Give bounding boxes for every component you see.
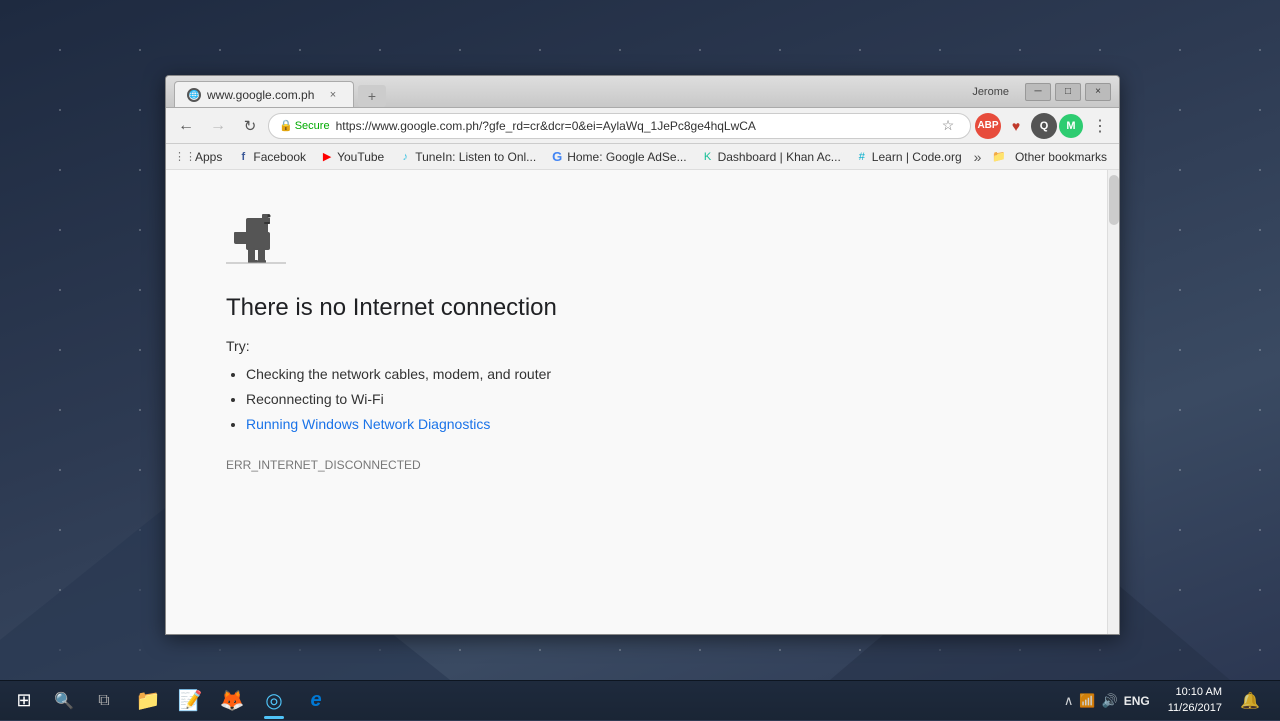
notification-button[interactable]: 🔔 [1232, 681, 1268, 721]
bookmark-facebook[interactable]: f Facebook [230, 148, 312, 166]
clock-date: 11/26/2017 [1168, 701, 1222, 716]
bookmarks-bar: ⋮⋮ Apps f Facebook ▶ YouTube ♪ TuneIn: L… [166, 144, 1119, 170]
tray-up-arrow[interactable]: ∧ [1064, 693, 1074, 709]
bookmark-tunein-label: TuneIn: Listen to Onl... [415, 150, 536, 164]
tab-area: 🌐 www.google.com.ph × + [174, 76, 972, 107]
address-text: https://www.google.com.ph/?gfe_rd=cr&dcr… [336, 119, 930, 133]
title-bar: 🌐 www.google.com.ph × + Jerome ─ □ × [166, 76, 1119, 108]
tab-close-button[interactable]: × [325, 87, 341, 103]
new-tab-button[interactable]: + [358, 85, 386, 107]
language-indicator[interactable]: ENG [1124, 694, 1150, 708]
profile-avatar-button[interactable]: M [1059, 114, 1083, 138]
window-controls: ─ □ × [1025, 83, 1111, 101]
bookmark-facebook-label: Facebook [253, 150, 306, 164]
taskbar-app-file-explorer[interactable]: 📁 [128, 681, 168, 721]
taskbar-app-edge[interactable]: e [296, 681, 336, 721]
maximize-button[interactable]: □ [1055, 83, 1081, 101]
clock-time: 10:10 AM [1168, 685, 1222, 700]
other-bookmarks-label: Other bookmarks [1015, 150, 1107, 164]
page-content: There is no Internet connection Try: Che… [166, 170, 1119, 634]
diagnostics-link[interactable]: Running Windows Network Diagnostics [246, 416, 490, 432]
edge-icon: e [310, 689, 321, 712]
bookmark-khan[interactable]: K Dashboard | Khan Ac... [695, 148, 847, 166]
taskbar-apps: 📁 📝 🦊 ◎ e [128, 681, 336, 721]
start-button[interactable]: ⊞ [4, 681, 44, 721]
bookmark-codeorg[interactable]: # Learn | Code.org [849, 148, 968, 166]
try-label: Try: [226, 338, 1047, 354]
heart-extension-button[interactable]: ♥ [1003, 113, 1029, 139]
bookmark-apps-label: Apps [195, 150, 222, 164]
adblock-extension-button[interactable]: ABP [975, 113, 1001, 139]
bookmark-more-button[interactable]: » [970, 147, 986, 167]
dinosaur-svg [226, 210, 286, 265]
tunein-icon: ♪ [398, 150, 412, 164]
volume-icon[interactable]: 🔊 [1102, 693, 1118, 709]
tray-icons: ∧ 📶 🔊 ENG [1056, 693, 1158, 709]
chrome-menu-button[interactable]: ⋮ [1087, 113, 1113, 139]
sticky-notes-icon: 📝 [178, 688, 203, 713]
bookmark-tunein[interactable]: ♪ TuneIn: Listen to Onl... [392, 148, 542, 166]
bookmark-google-ads-label: Home: Google AdSe... [567, 150, 686, 164]
tab-title: www.google.com.ph [207, 88, 314, 102]
bookmark-apps[interactable]: ⋮⋮ Apps [172, 148, 228, 166]
suggestion-3: Running Windows Network Diagnostics [246, 412, 1047, 437]
error-suggestions: Checking the network cables, modem, and … [246, 362, 1047, 438]
google-ads-icon: G [550, 150, 564, 164]
secure-badge: 🔒 Secure [279, 119, 330, 132]
taskbar-search-button[interactable]: 🔍 [44, 681, 84, 721]
lock-icon: 🔒 [279, 119, 293, 132]
file-explorer-icon: 📁 [136, 688, 161, 713]
minimize-button[interactable]: ─ [1025, 83, 1051, 101]
bookmark-right-area: 📁 Other bookmarks [992, 148, 1113, 166]
dino-illustration [226, 210, 1047, 270]
address-bar[interactable]: 🔒 Secure https://www.google.com.ph/?gfe_… [268, 113, 971, 139]
bookmark-codeorg-label: Learn | Code.org [872, 150, 962, 164]
khan-icon: K [701, 150, 715, 164]
reload-button[interactable]: ↻ [236, 112, 264, 140]
bookmark-folder-icon: 📁 [992, 150, 1006, 164]
firefox-icon: 🦊 [220, 688, 245, 713]
page-scrollbar[interactable] [1107, 170, 1119, 634]
facebook-icon: f [236, 150, 250, 164]
extensions-area: ABP ♥ Q M [975, 113, 1083, 139]
network-icon[interactable]: 📶 [1079, 693, 1095, 709]
browser-toolbar: ← → ↻ 🔒 Secure https://www.google.com.ph… [166, 108, 1119, 144]
browser-tab-active[interactable]: 🌐 www.google.com.ph × [174, 81, 354, 107]
q-extension-button[interactable]: Q [1031, 113, 1057, 139]
system-clock[interactable]: 10:10 AM 11/26/2017 [1160, 685, 1230, 716]
user-profile: Jerome [972, 86, 1009, 98]
chrome-icon: ◎ [265, 688, 282, 713]
task-view-button[interactable]: ⧉ [84, 681, 124, 721]
youtube-icon: ▶ [320, 150, 334, 164]
scrollbar-thumb[interactable] [1109, 175, 1119, 225]
taskbar-right: ∧ 📶 🔊 ENG 10:10 AM 11/26/2017 🔔 [1056, 681, 1276, 721]
bookmark-youtube[interactable]: ▶ YouTube [314, 148, 390, 166]
taskbar: ⊞ 🔍 ⧉ 📁 📝 🦊 ◎ e ∧ 📶 🔊 [0, 680, 1280, 720]
taskbar-app-firefox[interactable]: 🦊 [212, 681, 252, 721]
suggestion-1: Checking the network cables, modem, and … [246, 362, 1047, 387]
forward-button[interactable]: → [204, 112, 232, 140]
error-title: There is no Internet connection [226, 294, 1047, 322]
bookmark-khan-label: Dashboard | Khan Ac... [718, 150, 841, 164]
tab-favicon: 🌐 [187, 88, 201, 102]
taskbar-app-chrome[interactable]: ◎ [254, 681, 294, 721]
suggestion-2: Reconnecting to Wi-Fi [246, 387, 1047, 412]
close-window-button[interactable]: × [1085, 83, 1111, 101]
browser-window: 🌐 www.google.com.ph × + Jerome ─ □ × ← →… [165, 75, 1120, 635]
error-code: ERR_INTERNET_DISCONNECTED [226, 458, 1047, 472]
codeorg-icon: # [855, 150, 869, 164]
back-button[interactable]: ← [172, 112, 200, 140]
taskbar-app-sticky-notes[interactable]: 📝 [170, 681, 210, 721]
page-main: There is no Internet connection Try: Che… [166, 170, 1107, 634]
apps-grid-icon: ⋮⋮ [178, 150, 192, 164]
bookmark-star-button[interactable]: ☆ [936, 114, 960, 138]
bookmark-youtube-label: YouTube [337, 150, 384, 164]
desktop: 🌐 www.google.com.ph × + Jerome ─ □ × ← →… [0, 0, 1280, 720]
other-bookmarks[interactable]: Other bookmarks [1009, 148, 1113, 166]
secure-label: Secure [295, 120, 330, 132]
bookmark-google-ads[interactable]: G Home: Google AdSe... [544, 148, 692, 166]
